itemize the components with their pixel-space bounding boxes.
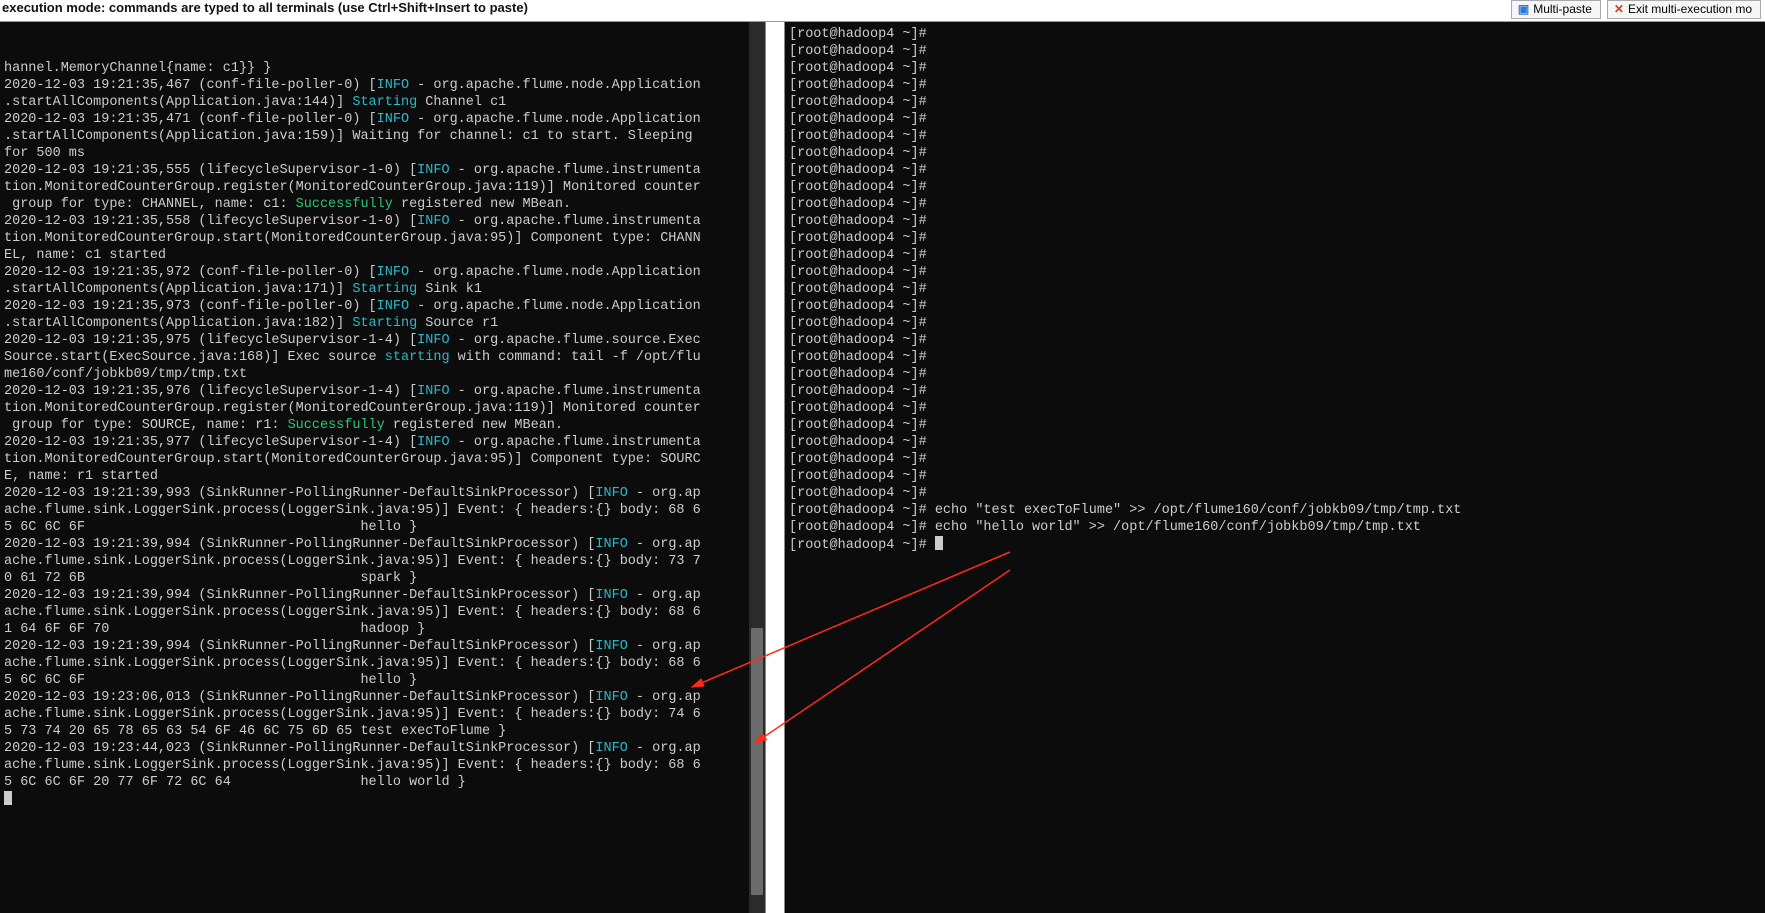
topbar: execution mode: commands are typed to al…	[0, 0, 1765, 22]
close-icon: ✕	[1614, 2, 1624, 16]
multi-paste-icon: ▣	[1518, 2, 1529, 16]
scrollbar-thumb-left[interactable]	[751, 628, 763, 895]
execution-mode-label: execution mode: commands are typed to al…	[0, 0, 1505, 15]
multi-paste-label: Multi-paste	[1533, 2, 1592, 16]
exit-multi-exec-button[interactable]: ✕ Exit multi-execution mo	[1607, 0, 1761, 19]
right-terminal[interactable]: [root@hadoop4 ~]#[root@hadoop4 ~]#[root@…	[785, 22, 1765, 913]
scrollbar-track-left[interactable]	[749, 22, 765, 913]
exit-label: Exit multi-execution mo	[1628, 2, 1752, 16]
multi-paste-button[interactable]: ▣ Multi-paste	[1511, 0, 1601, 19]
left-terminal[interactable]: hannel.MemoryChannel{name: c1}} }2020-12…	[0, 22, 765, 913]
pane-splitter[interactable]	[765, 22, 785, 913]
terminal-panes: hannel.MemoryChannel{name: c1}} }2020-12…	[0, 22, 1765, 913]
